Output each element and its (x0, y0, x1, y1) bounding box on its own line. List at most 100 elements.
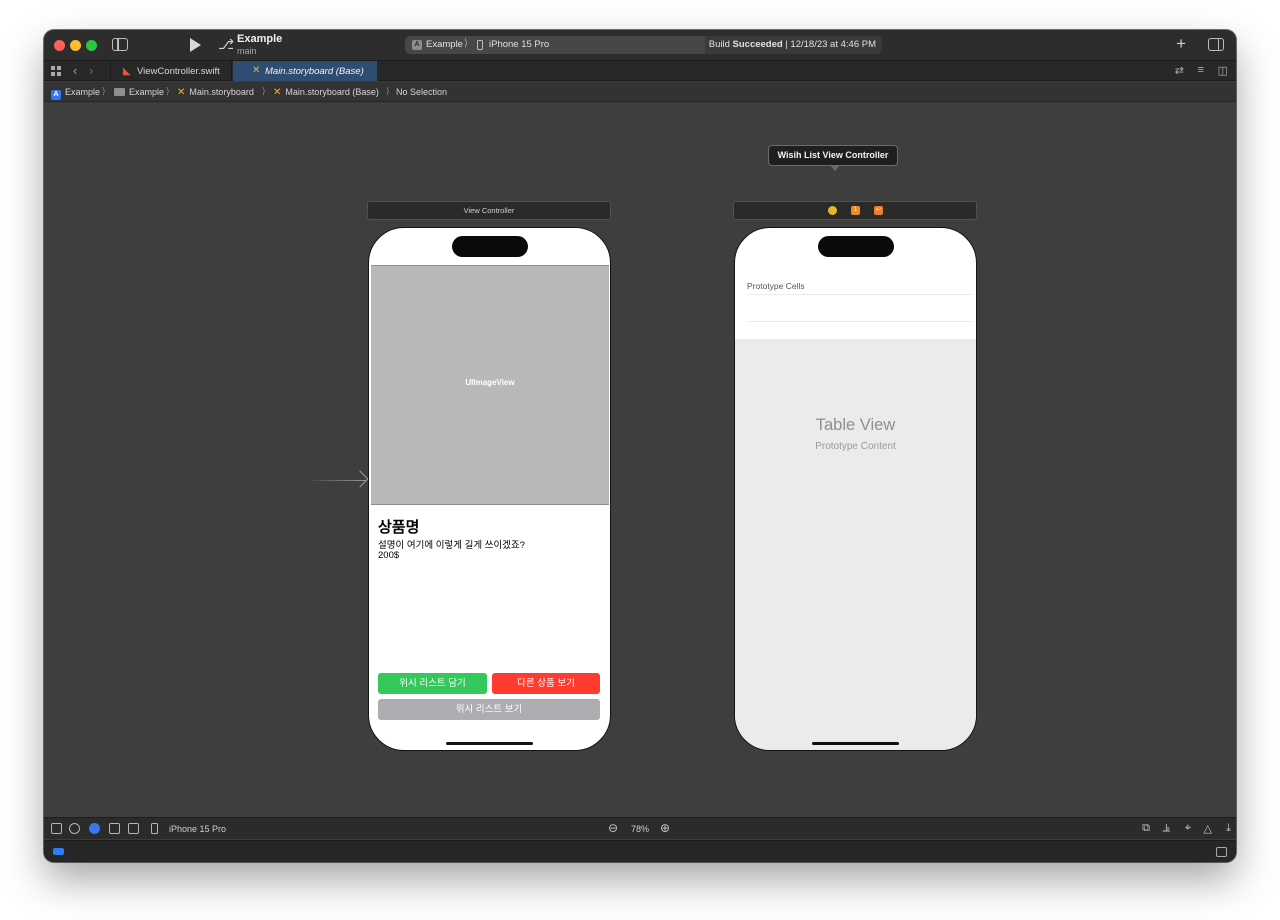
xcode-window: ⎇ Example main A Example ⟩ iPhone 15 Pro… (44, 30, 1236, 862)
view-controller-scene-bar[interactable]: View Controller (367, 201, 611, 220)
table-view-subtitle: Prototype Content (815, 441, 896, 452)
tab-viewcontroller-swift[interactable]: ◣ ViewController.swift (110, 61, 232, 81)
iphone-device-icon (477, 40, 483, 50)
scene-name-tooltip: Wisih List View Controller (768, 145, 898, 171)
first-responder-icon[interactable]: 1 (851, 206, 860, 215)
storyboard-canvas[interactable]: View Controller UIImageView 상품명 설명이 여기에 … (44, 103, 1236, 817)
debug-status-bar (44, 840, 1236, 862)
editor-tab-bar: ‹ › ◣ ViewController.swift ✕ Main.storyb… (44, 60, 1236, 81)
product-price-label[interactable]: 200$ (378, 550, 399, 561)
maximize-window-button[interactable] (86, 40, 97, 51)
appearance-icon[interactable] (89, 823, 100, 834)
app-scheme-icon: A (412, 40, 422, 50)
run-button[interactable] (190, 38, 201, 52)
table-view-title: Table View (815, 416, 896, 434)
chevron-right-icon: ⟩ (262, 86, 266, 96)
build-status-result: Succeeded (732, 39, 783, 50)
product-image-view[interactable]: UIImageView (371, 265, 609, 505)
inspector-sidebar-toggle-icon[interactable] (1208, 38, 1224, 51)
build-status-prefix: Build (708, 39, 733, 50)
swap-arrows-icon[interactable]: ⇄ (1175, 64, 1184, 77)
layout-split-icon[interactable] (128, 823, 139, 834)
breadcrumb-item-project[interactable]: A Example (51, 87, 100, 100)
build-status: Build Succeeded | 12/18/23 at 4:46 PM (709, 39, 876, 50)
activity-viewer: A Example ⟩ iPhone 15 Pro Build Succeede… (405, 36, 882, 54)
breadcrumb-item-storyboard[interactable]: ✕ Main.storyboard (177, 87, 254, 98)
title-bar: ⎇ Example main A Example ⟩ iPhone 15 Pro… (44, 30, 1236, 60)
breadcrumb-label: Main.storyboard (Base) (285, 87, 379, 97)
prototype-cells-header: Prototype Cells (747, 281, 805, 291)
table-view-prototype-content[interactable] (735, 339, 976, 750)
iphone-device-icon[interactable] (151, 823, 158, 834)
add-editor-split-icon[interactable]: ◫ (1218, 64, 1228, 77)
close-window-button[interactable] (54, 40, 65, 51)
exit-segue-icon[interactable]: ↩ (874, 206, 883, 215)
tab-label: Main.storyboard (Base) (265, 66, 364, 77)
chevron-right-icon: ⟩ (102, 86, 106, 96)
scheme-name: Example (426, 39, 463, 50)
embed-in-icon[interactable]: ⤓ (1226, 822, 1231, 835)
image-view-label: UIImageView (465, 378, 515, 387)
branch-name: main (237, 46, 257, 56)
library-plus-icon[interactable]: + (1176, 34, 1186, 54)
product-description-label[interactable]: 설명이 여기에 이렇게 길게 쓰이겠죠? (378, 537, 525, 551)
minimize-window-button[interactable] (70, 40, 81, 51)
breadcrumb-item-selection[interactable]: No Selection (396, 87, 447, 97)
document-outline-toggle-icon[interactable] (51, 823, 62, 834)
tab-main-storyboard[interactable]: ✕ Main.storyboard (Base) (233, 61, 377, 81)
tab-label: ViewController.swift (137, 66, 220, 77)
editor-options-lines-icon[interactable]: ≡ (1198, 64, 1204, 76)
debug-area-toggle-icon[interactable] (1216, 847, 1227, 857)
cell-separator (747, 321, 972, 322)
add-constraints-icon[interactable]: ⌖ (1185, 822, 1191, 835)
debug-area-indicator-icon[interactable] (53, 848, 64, 855)
view-wishlist-button[interactable]: 위시 리스트 보기 (378, 699, 600, 720)
zoom-in-icon[interactable]: ⊕ (660, 821, 670, 835)
build-status-time: | 12/18/23 at 4:46 PM (782, 39, 876, 50)
home-indicator (812, 742, 899, 745)
storyboard-icon: ✕ (273, 87, 282, 98)
initial-view-controller-arrow-icon[interactable] (306, 480, 366, 481)
breadcrumb-item-folder[interactable]: Example (114, 87, 164, 97)
app-project-icon: A (51, 90, 61, 100)
storyboard-icon: ✕ (177, 87, 186, 98)
view-controller-object-icon[interactable] (828, 206, 837, 215)
source-control-branch-icon[interactable]: ⎇ (218, 36, 234, 53)
swift-file-icon: ◣ (123, 66, 131, 77)
navigator-sidebar-toggle-icon[interactable] (112, 38, 128, 51)
chevron-right-icon: ⟩ (386, 86, 390, 96)
resolve-issues-icon[interactable]: △ (1204, 822, 1212, 835)
home-indicator (446, 742, 533, 745)
wishlist-view-controller-scene[interactable]: Prototype Cells Table View Prototype Con… (734, 227, 977, 751)
project-title: Example (237, 33, 283, 45)
align-icon[interactable]: ⫡ (1163, 822, 1170, 835)
breadcrumb-label: Example (65, 87, 101, 97)
device-configuration-label[interactable]: iPhone 15 Pro (169, 824, 226, 834)
scheme-selector[interactable]: A Example ⟩ iPhone 15 Pro (405, 36, 705, 54)
orientation-icon[interactable] (109, 823, 120, 834)
chevron-right-icon: ⟩ (166, 86, 170, 96)
dynamic-island (818, 236, 894, 257)
dynamic-island (452, 236, 528, 257)
zoom-out-icon[interactable]: ⊖ (608, 821, 618, 835)
product-name-label[interactable]: 상품명 (378, 516, 419, 537)
storyboard-icon: ✕ (252, 65, 261, 76)
run-destination[interactable]: iPhone 15 Pro (489, 39, 549, 50)
breadcrumb-label: Example (129, 87, 165, 97)
canvas-bottom-toolbar: iPhone 15 Pro ⊖ 78% ⊕ ⧉ ⫡ ⌖ △ ⤓ (44, 817, 1236, 839)
breadcrumb-label: No Selection (396, 87, 448, 97)
view-controller-scene[interactable]: UIImageView 상품명 설명이 여기에 이렇게 길게 쓰이겠죠? 200… (368, 227, 611, 751)
update-frames-icon[interactable]: ⧉ (1142, 822, 1150, 835)
chevron-left-icon[interactable]: ‹ (73, 63, 77, 78)
add-wishlist-button[interactable]: 위시 리스트 담기 (378, 673, 487, 694)
breadcrumb-label: Main.storyboard (189, 87, 254, 97)
wishlist-scene-bar[interactable]: 1 ↩ (733, 201, 977, 220)
chevron-right-icon[interactable]: › (89, 63, 93, 78)
accessibility-icon[interactable] (69, 823, 80, 834)
related-items-grid-icon[interactable] (51, 66, 61, 76)
other-product-button[interactable]: 다른 상품 보기 (492, 673, 600, 694)
breadcrumb-item-storyboard-base[interactable]: ✕ Main.storyboard (Base) (273, 87, 379, 98)
cell-separator (747, 294, 972, 295)
folder-icon (114, 88, 125, 96)
zoom-level[interactable]: 78% (631, 824, 649, 834)
